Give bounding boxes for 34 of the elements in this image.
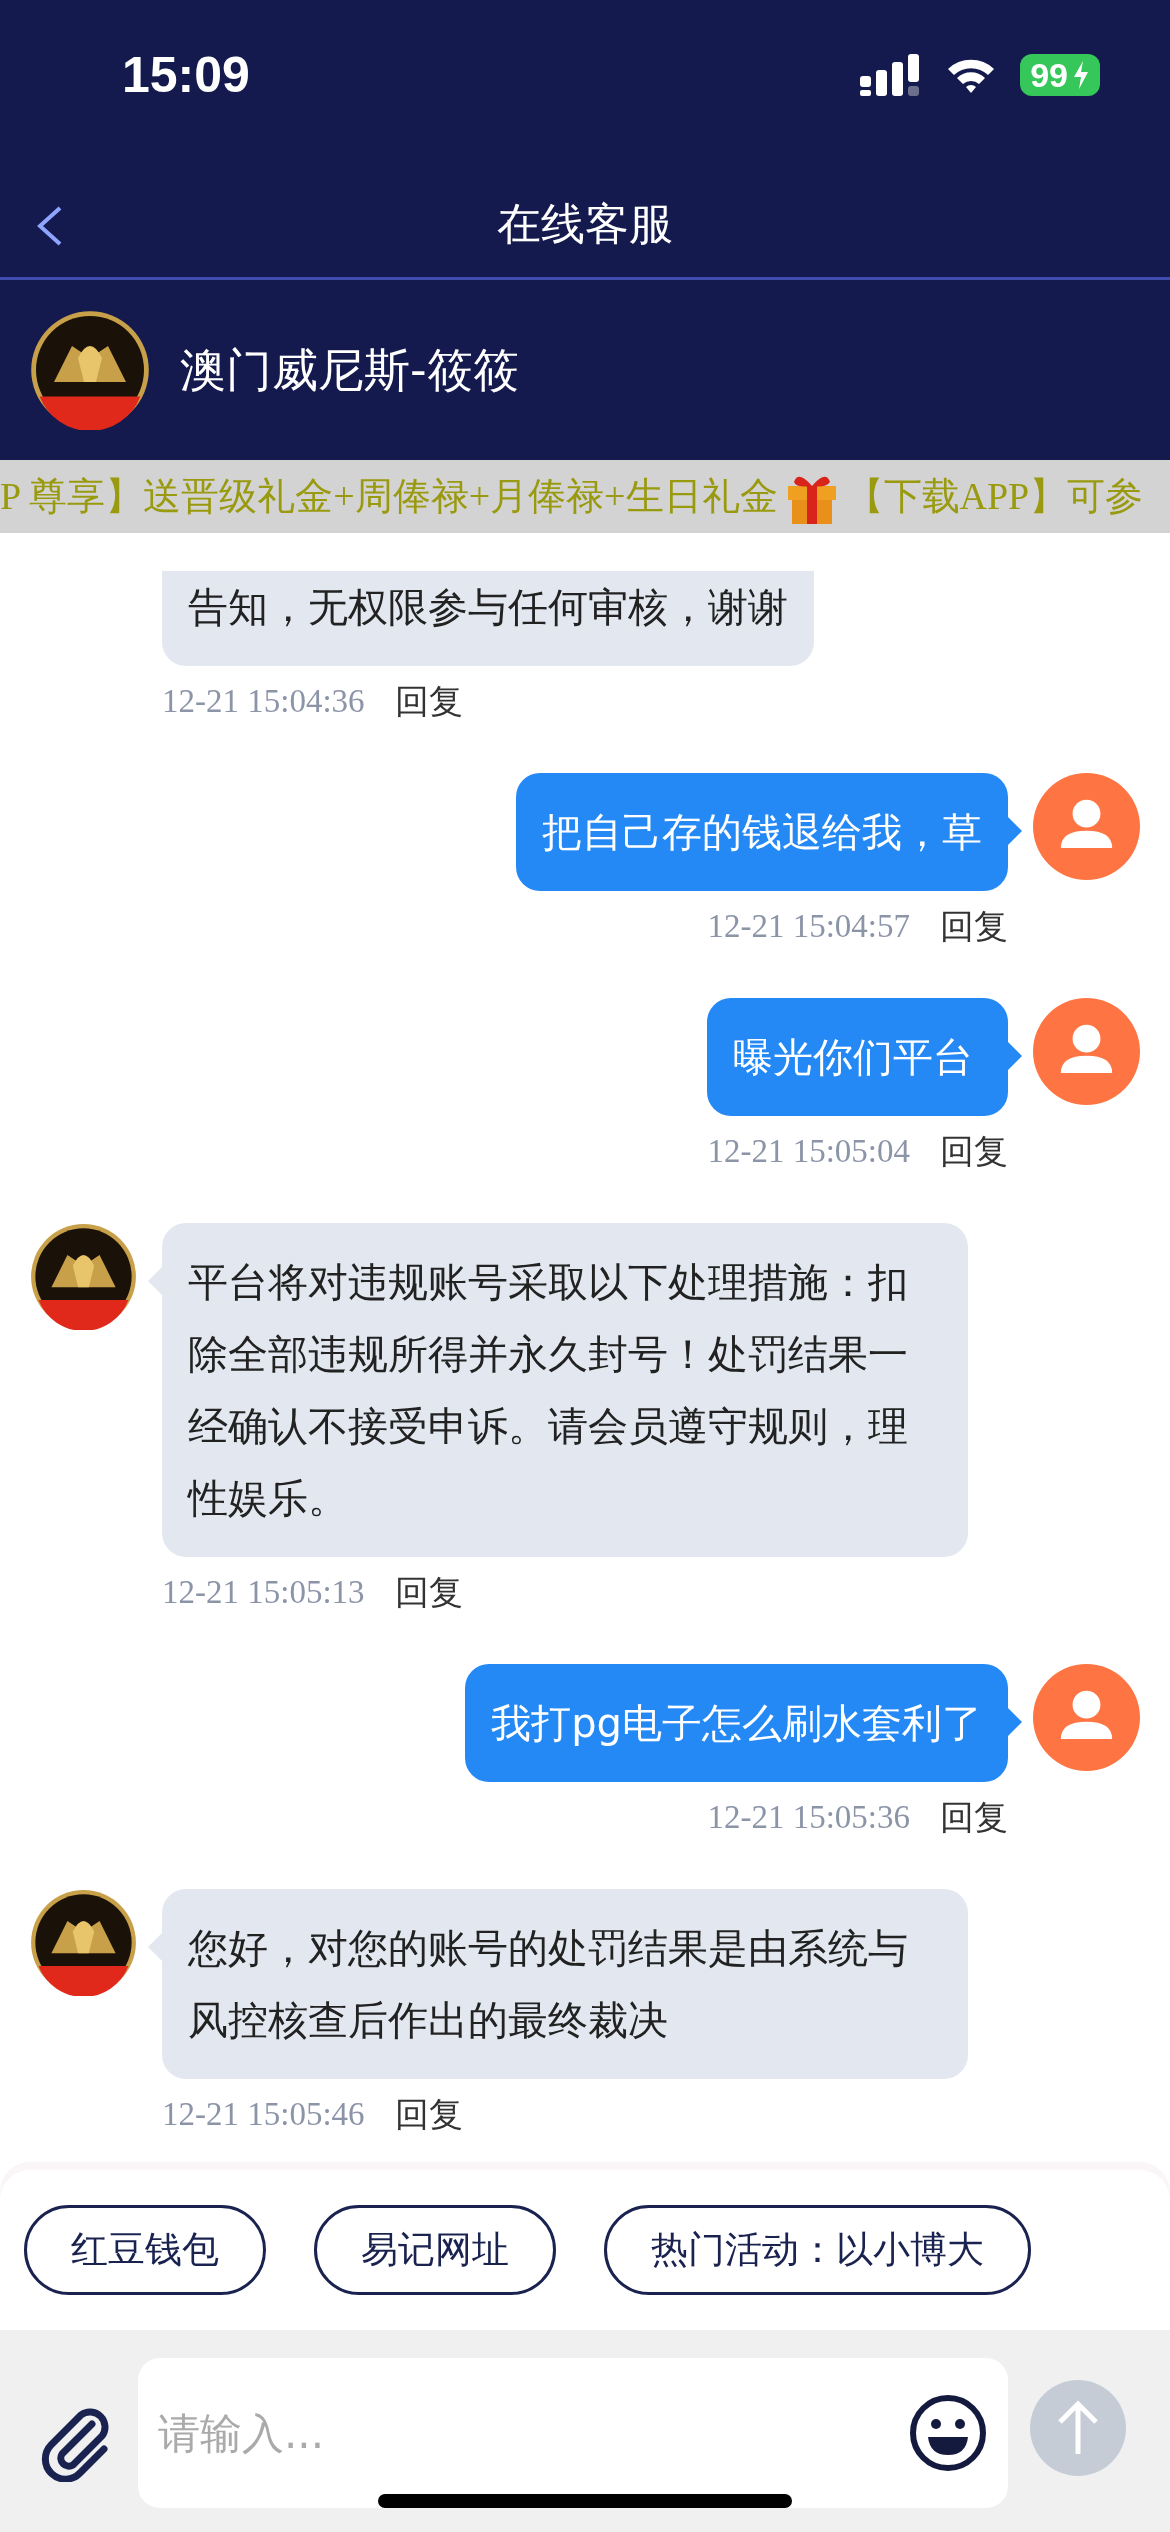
battery-icon: 99 <box>1020 54 1100 96</box>
bubble-tail <box>148 1933 162 1961</box>
reply-link[interactable]: 回复 <box>394 676 463 727</box>
reply-link[interactable]: 回复 <box>394 1567 463 1618</box>
reply-link[interactable]: 回复 <box>394 2089 463 2140</box>
message-time: 12-21 15:05:36 <box>707 1797 910 1837</box>
message-bubble: 您好，对您的账号的处罚结果是由系统与风控核查后作出的最终裁决 <box>162 1889 968 2079</box>
message-time: 12-21 15:05:13 <box>162 1572 365 1612</box>
emoji-button[interactable] <box>908 2393 988 2473</box>
quick-reply-chip[interactable]: 热门活动：以小博大 <box>604 2205 1031 2295</box>
reply-link[interactable]: 回复 <box>940 1792 1008 1843</box>
message-bubble: 曝光你们平台 <box>707 998 1008 1116</box>
status-time: 15:09 <box>122 45 250 105</box>
smiley-icon <box>908 2393 988 2473</box>
message-time: 12-21 15:05:04 <box>707 1131 910 1171</box>
arrow-up-icon <box>1056 2400 1100 2456</box>
message-input[interactable]: 请输入... <box>138 2358 1008 2508</box>
marquee-text: P 尊享】送晋级礼金+周俸禄+月俸禄+生日礼金 <box>0 474 778 519</box>
message-time: 12-21 15:04:57 <box>707 906 910 946</box>
reply-link[interactable]: 回复 <box>940 1126 1008 1177</box>
quick-reply-chip[interactable]: 易记网址 <box>314 2205 556 2295</box>
agent-name: 澳门威尼斯-筱筱 <box>180 341 519 399</box>
bubble-tail <box>148 1267 162 1295</box>
page-title: 在线客服 <box>497 196 673 251</box>
message-bubble: 把自己存的钱退给我，草 <box>516 773 1008 891</box>
quick-reply-chip[interactable]: 红豆钱包 <box>24 2205 266 2295</box>
marquee-text: 【下载APP】可参 <box>845 474 1144 519</box>
reply-link[interactable]: 回复 <box>940 901 1008 952</box>
bolt-icon <box>1072 61 1090 89</box>
message-time: 12-21 15:04:36 <box>162 681 365 721</box>
message-bubble: 平台将对违规账号采取以下处理措施：扣除全部违规所得并永久封号！处罚结果一经确认不接受申诉。请会员遵守规则，理性娱乐。 <box>162 1223 968 1557</box>
message-bubble: 我打pg电子怎么刷水套利了 <box>465 1664 1008 1782</box>
message-bubble: 告知，无权限参与任何审核，谢谢 <box>162 571 814 666</box>
message-time: 12-21 15:05:46 <box>162 2094 365 2134</box>
